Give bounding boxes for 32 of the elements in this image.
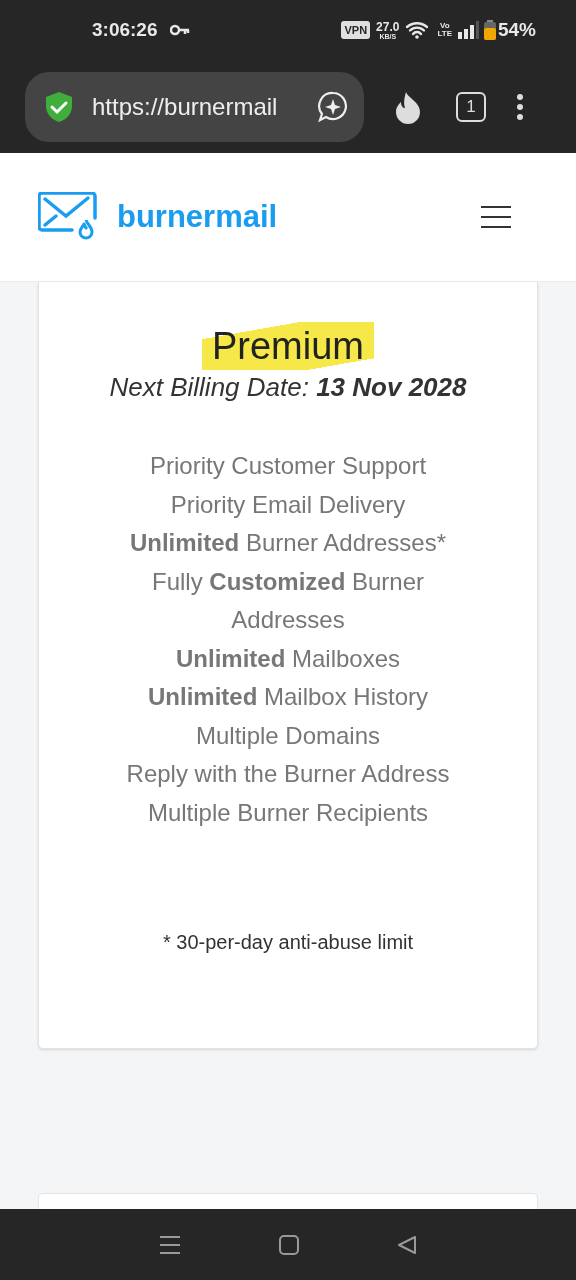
menu-icon[interactable]: [159, 1234, 181, 1255]
billing-date: Next Billing Date: 13 Nov 2028: [109, 371, 467, 404]
battery-icon: [483, 20, 496, 40]
feature-item: Fully Customized Burner Addresses: [150, 566, 426, 635]
feature-item: Unlimited Mailbox History: [147, 682, 429, 712]
tab-count[interactable]: 1: [456, 91, 486, 122]
feature-item: Multiple Burner Recipients: [147, 797, 429, 828]
battery-percentage: 54%: [497, 17, 536, 42]
more-icon[interactable]: [516, 92, 524, 121]
footnote: * 30-per-day anti-abuse limit: [162, 930, 414, 955]
lte-label: LTE: [437, 30, 452, 38]
feature-item: Reply with the Burner Address: [126, 759, 450, 789]
feature-item: Unlimited Burner Addresses*: [129, 528, 447, 558]
sparkle-chat-icon[interactable]: [316, 89, 350, 124]
feature-item: Multiple Domains: [195, 720, 381, 751]
feature-item: Unlimited Mailboxes: [175, 643, 401, 674]
vpn-badge: VPN: [341, 20, 371, 40]
url-text: https://burnermail: [92, 91, 279, 122]
network-speed: 27.0: [376, 20, 400, 33]
home-icon[interactable]: [279, 1234, 299, 1255]
key-icon: [169, 24, 190, 36]
feature-item: Priority Email Delivery: [170, 489, 406, 520]
volte-label: Vo: [439, 22, 450, 30]
brand-name: burnermail: [117, 197, 278, 236]
plan-name: Premium: [202, 322, 374, 370]
feature-item: Priority Customer Support: [149, 451, 427, 481]
signal-icon: [457, 21, 480, 39]
menu-icon[interactable]: [480, 205, 512, 229]
back-icon[interactable]: [397, 1234, 417, 1255]
clock: 3:06:26: [92, 17, 158, 42]
envelope-flame-icon: [38, 192, 98, 242]
address-bar[interactable]: https://burnermail: [25, 71, 364, 142]
